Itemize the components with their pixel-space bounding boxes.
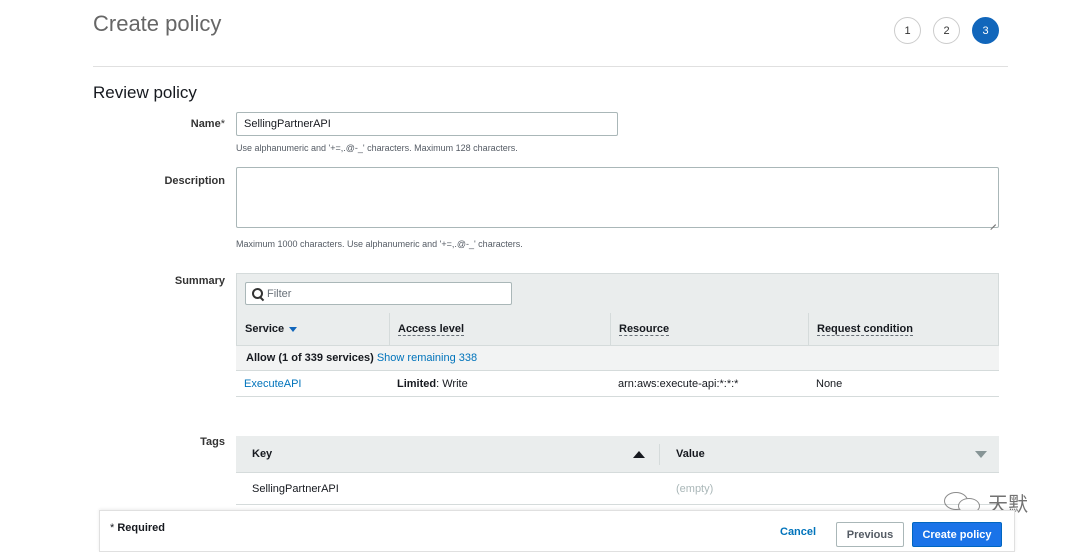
table-row: SellingPartnerAPI (empty) — [236, 473, 999, 505]
name-hint: Use alphanumeric and '+=,.@-_' character… — [236, 143, 518, 153]
tags-value-header[interactable]: Value — [660, 448, 999, 460]
allow-count: Allow (1 of 339 services) — [246, 352, 374, 364]
create-policy-button[interactable]: Create policy — [912, 522, 1002, 547]
filter-placeholder: Filter — [267, 287, 292, 300]
section-title: Review policy — [93, 83, 197, 102]
show-remaining-link[interactable]: Show remaining 338 — [377, 352, 477, 364]
resize-handle-icon[interactable] — [989, 218, 996, 225]
required-note-text: Required — [117, 522, 166, 534]
sort-down-icon[interactable] — [975, 450, 987, 458]
column-resource-label: Resource — [619, 323, 670, 336]
step-2[interactable]: 2 — [933, 17, 960, 44]
access-level-bold: Limited — [397, 377, 437, 390]
summary-toolbar: Filter — [236, 273, 999, 313]
step-indicator: 1 2 3 — [894, 17, 999, 44]
header-divider — [93, 66, 1008, 67]
name-input[interactable] — [236, 112, 618, 136]
sort-down-icon[interactable] — [289, 326, 298, 332]
tag-key: SellingPartnerAPI — [252, 482, 339, 495]
sort-up-icon[interactable] — [633, 450, 645, 458]
access-level-rest: : Write — [436, 377, 468, 390]
page-title: Create policy — [93, 11, 222, 36]
table-row: ExecuteAPI Limited: Write arn:aws:execut… — [236, 371, 999, 397]
name-label: Name* — [125, 118, 225, 130]
value-header-label: Value — [676, 448, 705, 460]
step-3-active: 3 — [972, 17, 999, 44]
filter-input[interactable]: Filter — [245, 282, 512, 305]
footer-bar: * Required Cancel Previous Create policy — [99, 510, 1015, 552]
required-note: * Required — [110, 522, 165, 534]
description-label: Description — [164, 175, 225, 187]
column-resource[interactable]: Resource — [611, 313, 809, 345]
column-service-label: Service — [245, 323, 285, 335]
column-service[interactable]: Service — [237, 313, 390, 345]
allow-row: Allow (1 of 339 services) Show remaining… — [236, 346, 999, 371]
cancel-button[interactable]: Cancel — [780, 526, 816, 538]
column-access-level[interactable]: Access level — [390, 313, 611, 345]
column-request-condition[interactable]: Request condition — [809, 313, 998, 345]
tags-label: Tags — [200, 436, 225, 448]
summary-label: Summary — [174, 275, 225, 287]
tags-table: Key Value SellingPartnerAPI (empty) — [236, 436, 999, 505]
resource-cell: arn:aws:execute-api:*:*:* — [618, 377, 739, 390]
service-link[interactable]: ExecuteAPI — [236, 378, 389, 390]
search-icon — [252, 287, 264, 300]
summary-table: Filter Service Access level Resource Req… — [236, 273, 999, 397]
access-level-cell: Limited: Write — [389, 378, 610, 390]
description-hint: Maximum 1000 characters. Use alphanumeri… — [236, 239, 523, 249]
column-request-condition-label: Request condition — [817, 323, 913, 336]
tags-header-row: Key Value — [236, 436, 999, 473]
summary-header-row: Service Access level Resource Request co… — [236, 313, 999, 346]
column-access-level-label: Access level — [398, 323, 465, 336]
step-1[interactable]: 1 — [894, 17, 921, 44]
tags-key-header[interactable]: Key — [236, 443, 660, 465]
previous-button[interactable]: Previous — [836, 522, 904, 547]
required-marker: * — [220, 118, 225, 130]
key-header-label: Key — [252, 448, 273, 460]
condition-cell: None — [816, 377, 843, 390]
description-textarea[interactable] — [236, 167, 999, 228]
name-label-text: Name — [190, 118, 221, 130]
required-note-marker: * — [110, 522, 115, 534]
